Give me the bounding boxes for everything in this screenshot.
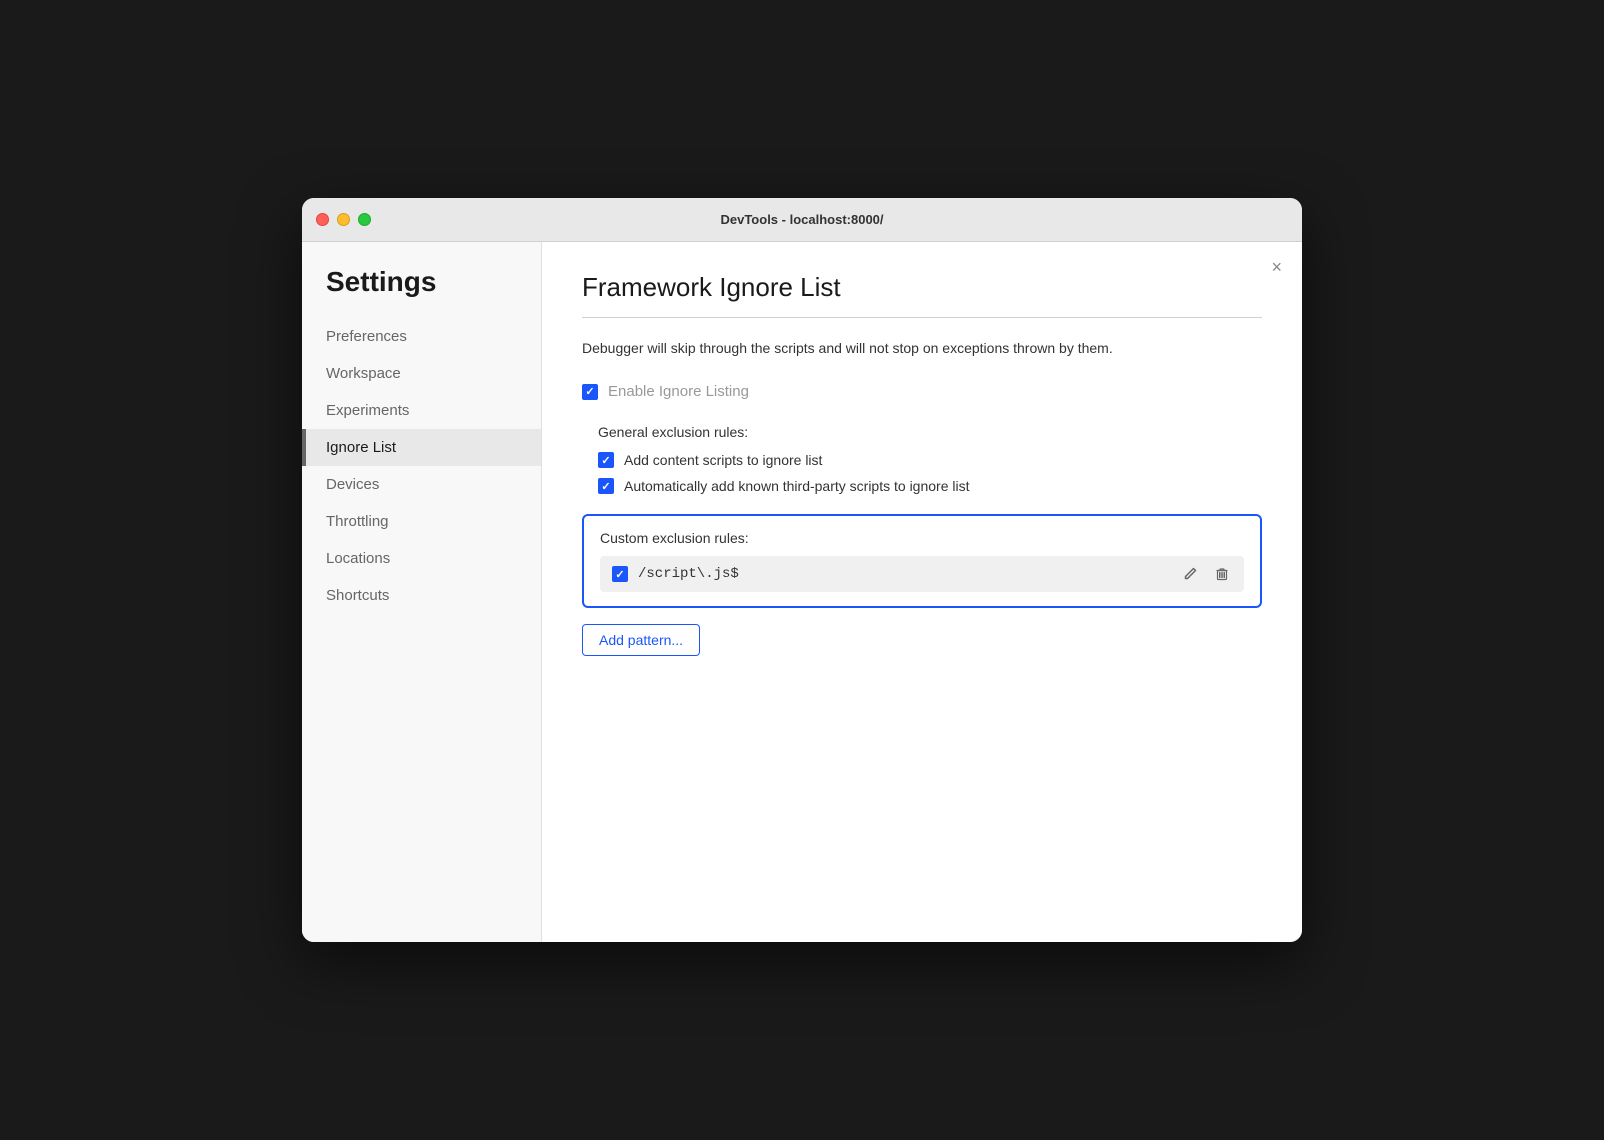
rule2-checkbox[interactable] <box>598 478 614 494</box>
rule1-label: Add content scripts to ignore list <box>624 452 822 468</box>
titlebar: DevTools - localhost:8000/ <box>302 198 1302 242</box>
rule2-label: Automatically add known third-party scri… <box>624 478 969 494</box>
rule2-row: Automatically add known third-party scri… <box>598 478 1262 494</box>
traffic-lights <box>316 213 371 226</box>
sidebar-item-ignore-list[interactable]: Ignore List <box>302 429 541 466</box>
enable-ignore-listing-checkbox[interactable] <box>582 384 598 400</box>
sidebar-item-workspace[interactable]: Workspace <box>302 355 541 392</box>
rule-actions <box>1180 564 1232 584</box>
window-body: Settings Preferences Workspace Experimen… <box>302 242 1302 942</box>
edit-rule-button[interactable] <box>1180 564 1200 584</box>
add-pattern-button[interactable]: Add pattern... <box>582 624 700 656</box>
sidebar-item-devices[interactable]: Devices <box>302 466 541 503</box>
title-divider <box>582 317 1262 318</box>
sidebar-item-preferences[interactable]: Preferences <box>302 318 541 355</box>
custom-rule-text: /script\.js$ <box>638 566 1170 582</box>
custom-rules-label: Custom exclusion rules: <box>600 530 1244 546</box>
sidebar-item-locations[interactable]: Locations <box>302 540 541 577</box>
general-rules-label: General exclusion rules: <box>598 424 1262 440</box>
main-content: × Framework Ignore List Debugger will sk… <box>542 242 1302 942</box>
general-rules-section: General exclusion rules: Add content scr… <box>582 424 1262 494</box>
custom-rules-box: Custom exclusion rules: /script\.js$ <box>582 514 1262 608</box>
close-button[interactable]: × <box>1271 258 1282 276</box>
sidebar-item-experiments[interactable]: Experiments <box>302 392 541 429</box>
maximize-traffic-light[interactable] <box>358 213 371 226</box>
sidebar-item-throttling[interactable]: Throttling <box>302 503 541 540</box>
sidebar: Settings Preferences Workspace Experimen… <box>302 242 542 942</box>
rule1-row: Add content scripts to ignore list <box>598 452 1262 468</box>
sidebar-item-shortcuts[interactable]: Shortcuts <box>302 577 541 614</box>
page-description: Debugger will skip through the scripts a… <box>582 338 1262 359</box>
close-traffic-light[interactable] <box>316 213 329 226</box>
custom-rule-row: /script\.js$ <box>600 556 1244 592</box>
devtools-window: DevTools - localhost:8000/ Settings Pref… <box>302 198 1302 942</box>
page-title: Framework Ignore List <box>582 272 1262 303</box>
delete-rule-button[interactable] <box>1212 564 1232 584</box>
minimize-traffic-light[interactable] <box>337 213 350 226</box>
enable-ignore-listing-row: Enable Ignore Listing <box>582 383 1262 400</box>
custom-rule-checkbox[interactable] <box>612 566 628 582</box>
enable-ignore-listing-label: Enable Ignore Listing <box>608 383 749 400</box>
rule1-checkbox[interactable] <box>598 452 614 468</box>
window-title: DevTools - localhost:8000/ <box>720 212 883 227</box>
sidebar-heading: Settings <box>302 266 541 318</box>
